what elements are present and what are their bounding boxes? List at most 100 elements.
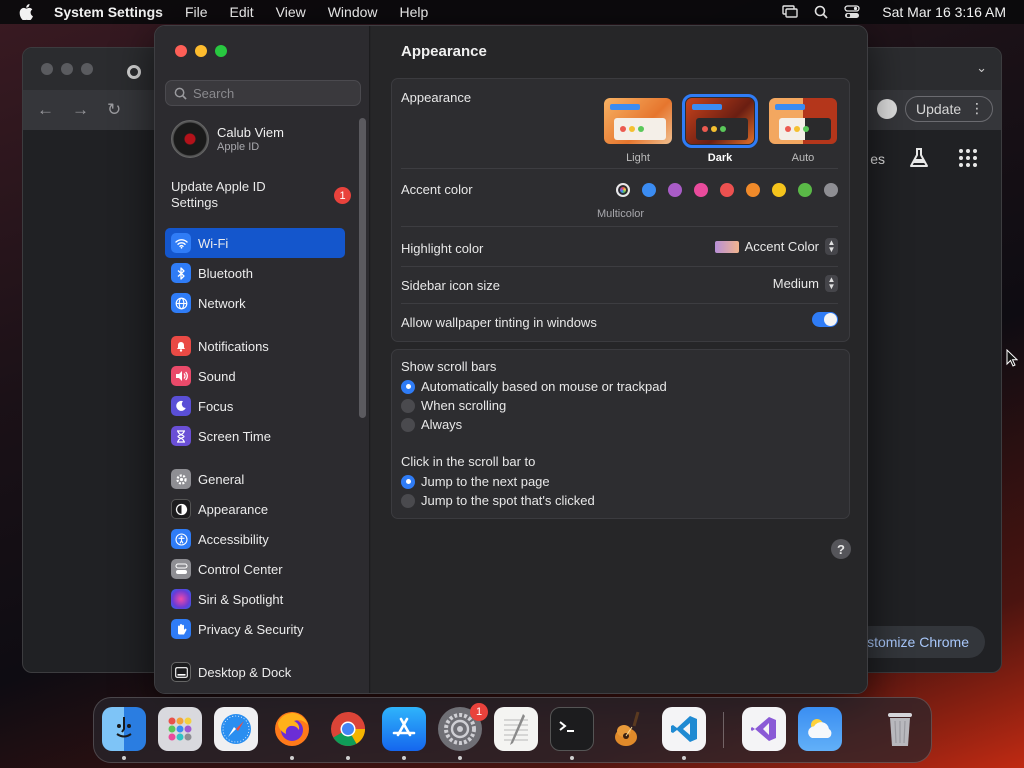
chrome-tab-favicon-icon[interactable] [127,65,141,79]
chrome-update-button[interactable]: Update ⋮ [905,96,993,122]
safari-icon[interactable] [214,707,258,751]
sidebar-item-control-center[interactable]: Control Center [165,554,345,584]
customize-chrome-button[interactable]: ustomize Chrome [853,626,985,658]
apple-menu[interactable] [0,4,52,20]
accent-multicolor-swatch[interactable] [616,183,630,197]
vscode-icon[interactable] [662,707,706,751]
textedit-icon[interactable] [494,707,538,751]
zoom-window-button[interactable] [215,45,227,57]
app-store-icon[interactable] [382,707,426,751]
sidebar-item-focus[interactable]: Focus [165,391,345,421]
running-indicator [122,756,126,760]
sidebar-item-siri-spotlight[interactable]: Siri & Spotlight [165,584,345,614]
finder-icon[interactable] [102,707,146,751]
sidebar-item-wifi[interactable]: Wi-Fi [165,228,345,258]
scroll-bars-scrolling-option[interactable]: When scrolling [401,396,838,415]
reload-icon[interactable]: ↻ [107,100,121,120]
update-apple-id-item[interactable]: Update Apple ID Settings 1 [171,179,351,211]
scroll-bars-auto-option[interactable]: Automatically based on mouse or trackpad [401,377,838,396]
sidebar-item-general[interactable]: General [165,464,345,494]
visual-studio-icon[interactable] [742,707,786,751]
radio-button[interactable] [401,474,415,489]
menu-edit[interactable]: Edit [219,4,265,20]
sidebar-item-appearance[interactable]: Appearance [165,494,345,524]
theme-auto-thumbnail [769,98,837,144]
click-spot-option[interactable]: Jump to the spot that's clicked [401,491,838,510]
control-center-icon[interactable] [844,5,860,19]
apple-logo-icon [19,4,33,20]
terminal-icon[interactable] [550,707,594,751]
search-input[interactable] [193,85,353,101]
spotlight-search-icon[interactable] [814,5,828,19]
chrome-window-controls[interactable] [41,63,93,75]
radio-button[interactable] [401,398,415,413]
highlight-color-popup[interactable]: Accent Color ▲ ▼ [714,238,838,255]
scroll-bars-always-option[interactable]: Always [401,415,838,434]
weather-icon[interactable] [798,707,842,751]
sidebar-item-network[interactable]: Network [165,288,345,318]
chrome-menu-icon[interactable]: ⋮ [970,100,984,117]
chrome-icon[interactable] [326,707,370,751]
apple-id-account[interactable]: Calub Viem Apple ID [171,120,284,158]
search-field[interactable] [165,80,361,106]
screen-mirroring-icon[interactable] [782,5,798,19]
sidebar-scrollbar[interactable] [359,118,366,418]
close-window-button[interactable] [175,45,187,57]
running-indicator [402,756,406,760]
sidebar-item-privacy-security[interactable]: Privacy & Security [165,614,345,644]
radio-button[interactable] [401,493,415,508]
tab-search-chevron-icon[interactable]: ⌄ [976,60,987,76]
accent-color-swatch[interactable] [772,183,786,197]
theme-dark-option[interactable]: Dark [682,94,758,164]
dock-separator [723,712,724,748]
menu-help[interactable]: Help [389,4,440,20]
trash-icon[interactable] [878,707,922,751]
accent-color-swatch[interactable] [694,183,708,197]
menu-file[interactable]: File [174,4,219,20]
theme-auto-option[interactable]: Auto [769,98,837,164]
bluetooth-icon [171,263,191,283]
google-apps-icon[interactable] [959,149,977,167]
menu-app-name[interactable]: System Settings [52,4,174,20]
help-button[interactable]: ? [831,539,851,559]
chrome-profile-icon[interactable] [877,99,897,119]
sidebar-item-label: Privacy & Security [198,621,304,637]
firefox-icon[interactable] [270,707,314,751]
menu-view[interactable]: View [265,4,317,20]
sidebar-item-label: Network [198,295,246,311]
radio-label: Always [421,417,463,432]
back-arrow-icon[interactable]: ← [37,100,54,120]
sidebar-item-notifications[interactable]: Notifications [165,331,345,361]
chrome-ntp-link[interactable]: es [870,151,885,167]
accent-color-swatch[interactable] [824,183,838,197]
sidebar-item-accessibility[interactable]: Accessibility [165,524,345,554]
running-indicator [458,756,462,760]
accent-color-swatch[interactable] [720,183,734,197]
gear-icon [171,469,191,489]
labs-flask-icon[interactable] [907,146,931,170]
menu-clock[interactable]: Sat Mar 16 3:16 AM [882,4,1006,20]
radio-button[interactable] [401,379,415,394]
minimize-window-button[interactable] [195,45,207,57]
sidebar-item-label: Control Center [198,561,283,577]
menu-window[interactable]: Window [317,4,389,20]
accent-color-swatch[interactable] [746,183,760,197]
sidebar-item-desktop-dock[interactable]: Desktop & Dock [165,657,345,687]
highlight-color-value: Accent Color [744,239,819,254]
forward-arrow-icon[interactable]: → [72,100,89,120]
garageband-icon[interactable] [606,707,650,751]
radio-button[interactable] [401,417,415,432]
sidebar-item-sound[interactable]: Sound [165,361,345,391]
sidebar-item-screen-time[interactable]: Screen Time [165,421,345,451]
click-next-page-option[interactable]: Jump to the next page [401,472,838,491]
accent-color-swatch[interactable] [798,183,812,197]
theme-light-option[interactable]: Light [604,98,672,164]
sidebar-item-bluetooth[interactable]: Bluetooth [165,258,345,288]
launchpad-icon[interactable] [158,707,202,751]
search-icon [174,87,187,100]
accent-color-swatch[interactable] [642,183,656,197]
window-controls [175,45,227,57]
wallpaper-tinting-toggle[interactable] [812,312,838,327]
accent-color-swatch[interactable] [668,183,682,197]
sidebar-icon-size-popup[interactable]: Medium ▲ ▼ [773,275,838,292]
